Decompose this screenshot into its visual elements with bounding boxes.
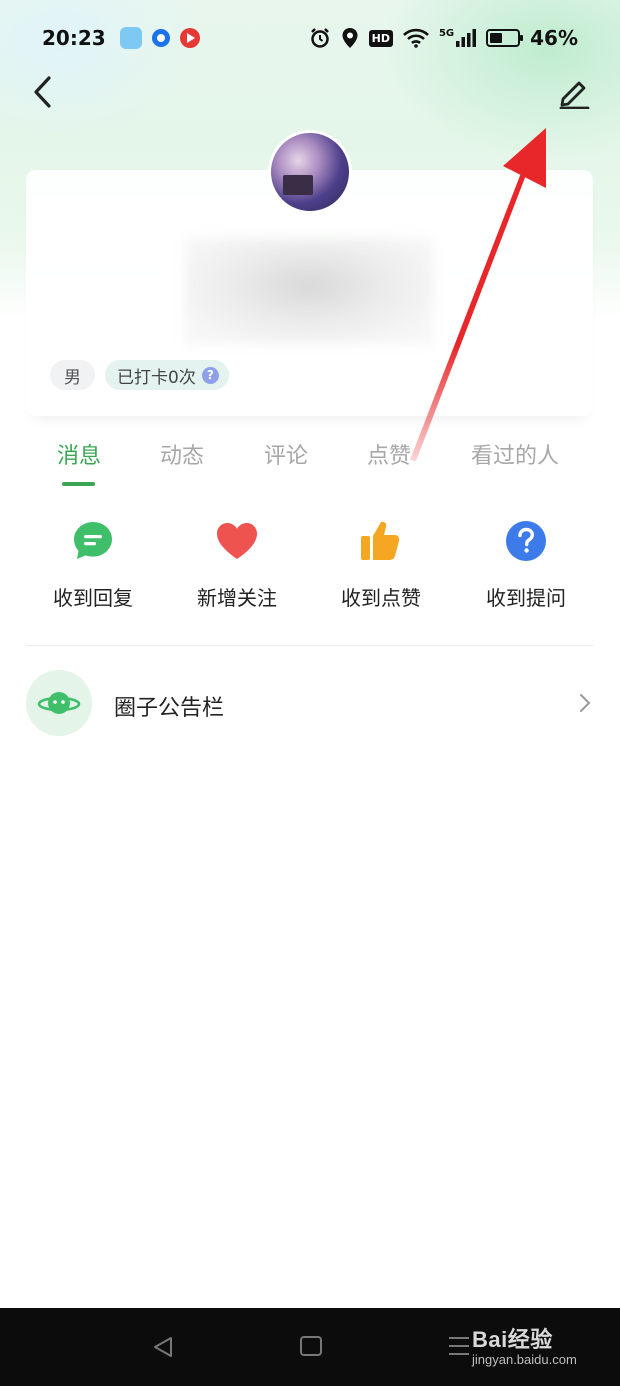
board-label: 圈子公告栏 <box>114 696 225 721</box>
wifi-icon <box>403 28 429 48</box>
quick-action-label: 收到回复 <box>53 586 133 610</box>
status-time: 20:23 <box>42 26 106 50</box>
section-divider <box>26 645 593 646</box>
heart-icon <box>212 516 262 566</box>
chevron-right-icon <box>580 694 591 712</box>
signal-5g-icon: 5G <box>438 28 477 47</box>
circle-bulletin-board-row[interactable]: 圈子公告栏 <box>0 670 620 738</box>
quick-action-follows[interactable]: 新增关注 <box>172 516 302 611</box>
quick-action-label: 收到点赞 <box>341 586 421 610</box>
quick-action-label: 收到提问 <box>486 586 566 610</box>
blurred-username <box>185 238 433 344</box>
thumbs-up-icon <box>356 516 406 566</box>
watermark-url: jingyan.baidu.com <box>472 1352 577 1367</box>
tab-visitors[interactable]: 看过的人 <box>471 438 559 470</box>
app-notification-icon <box>119 27 142 49</box>
quick-action-replies[interactable]: 收到回复 <box>28 516 158 611</box>
question-icon <box>501 516 551 566</box>
checkin-tag[interactable]: 已打卡0次 ? <box>105 360 229 390</box>
signal-bars-icon <box>456 29 477 47</box>
hd-badge: HD <box>368 29 393 47</box>
chat-bubble-icon <box>68 516 118 566</box>
network-label: 5G <box>438 28 455 39</box>
back-button[interactable] <box>22 72 62 112</box>
tab-likes[interactable]: 点赞 <box>367 438 411 470</box>
nav-home-icon[interactable] <box>300 1336 322 1356</box>
watermark-brand: Bai经验 <box>472 1327 553 1352</box>
edit-profile-button[interactable] <box>552 72 596 112</box>
chevron-left-icon <box>34 76 51 108</box>
quick-action-likes[interactable]: 收到点赞 <box>316 516 446 611</box>
quick-action-questions[interactable]: 收到提问 <box>461 516 591 611</box>
checkin-label: 已打卡0次 <box>117 367 196 388</box>
status-indicators: HD 5G 46% <box>309 26 578 50</box>
nav-menu-icon[interactable] <box>448 1336 470 1356</box>
battery-percent: 46% <box>530 26 578 50</box>
tab-messages[interactable]: 消息 <box>57 438 101 470</box>
status-bar: 20:23 HD 5G 46% <box>0 0 620 76</box>
help-icon[interactable]: ? <box>201 366 219 384</box>
battery-icon <box>486 29 524 47</box>
avatar[interactable] <box>268 130 352 214</box>
notification-icons <box>119 27 200 49</box>
alarm-icon <box>310 28 329 48</box>
tab-comments[interactable]: 评论 <box>264 438 308 470</box>
tab-activity[interactable]: 动态 <box>160 438 204 470</box>
baidu-jingyan-watermark: Bai经验 jingyan.baidu.com <box>472 1322 577 1367</box>
browser-notification-icon <box>151 29 170 47</box>
gender-tag: 男 <box>50 360 95 390</box>
video-notification-icon <box>179 28 200 48</box>
edit-pencil-icon <box>559 81 590 109</box>
tab-active-indicator <box>62 482 95 486</box>
planet-icon <box>26 670 92 736</box>
quick-action-label: 新增关注 <box>197 586 277 610</box>
nav-back-icon[interactable] <box>152 1336 174 1358</box>
location-icon <box>342 28 358 48</box>
system-navigation-bar: Bai经验 jingyan.baidu.com <box>0 1308 620 1386</box>
